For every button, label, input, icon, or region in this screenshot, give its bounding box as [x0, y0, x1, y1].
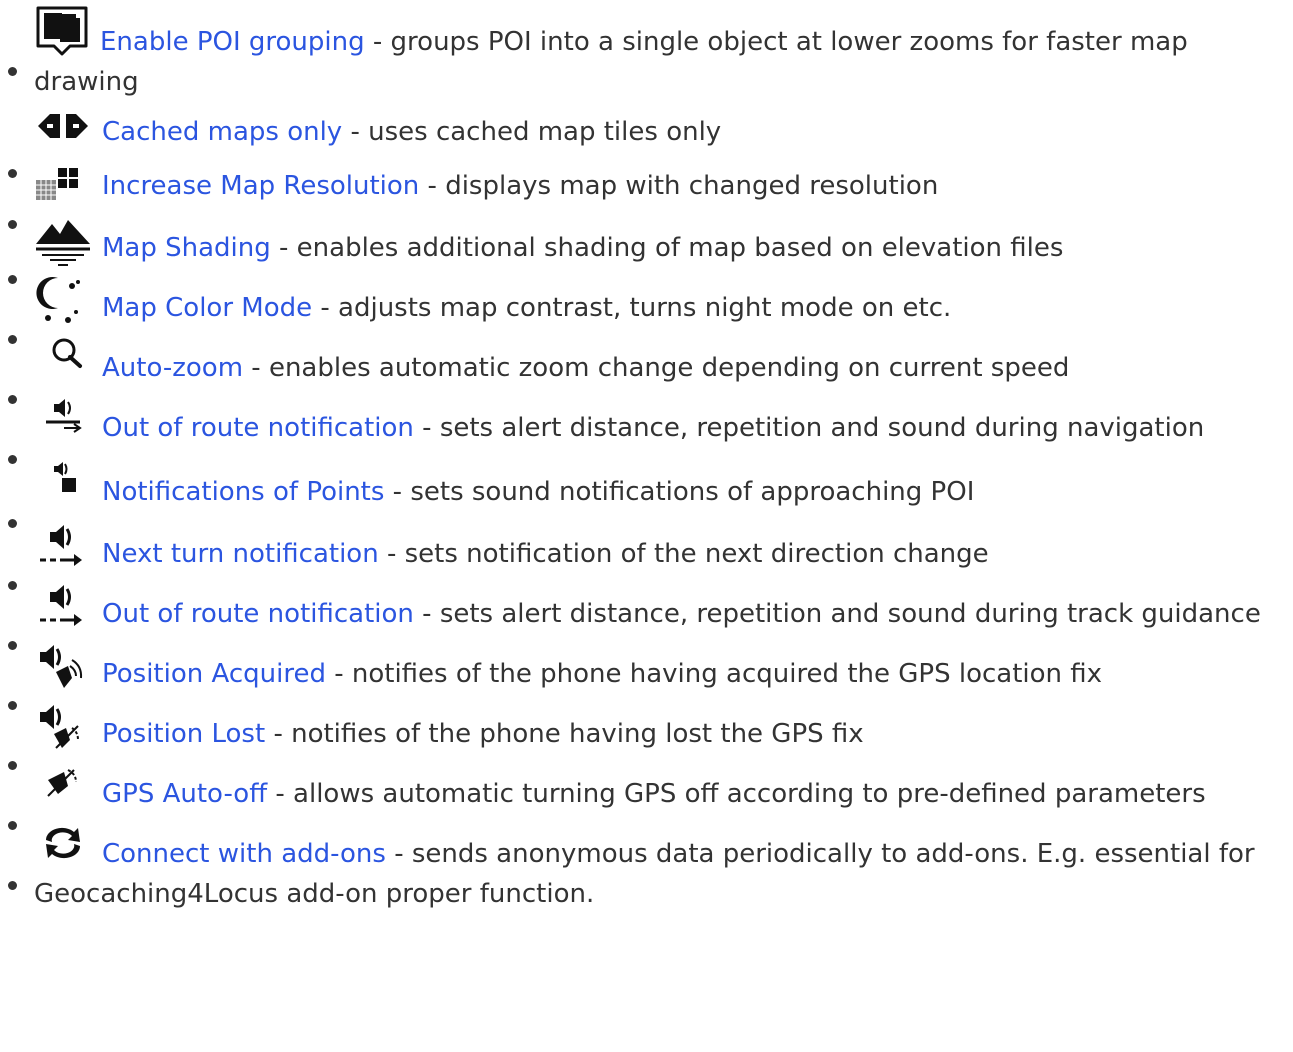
- gps-auto-off-icon: [34, 762, 92, 814]
- link-gps-auto-off[interactable]: GPS Auto-off: [102, 779, 267, 809]
- list-item: Enable POI grouping - groups POI into a …: [0, 0, 1293, 102]
- auto-zoom-icon: [34, 336, 92, 388]
- item-description: - notifies of the phone having acquired …: [325, 659, 1103, 689]
- item-description: - sets alert distance, repetition and so…: [413, 413, 1205, 443]
- map-shading-icon: [34, 216, 92, 268]
- item-description: - sets notification of the next directio…: [378, 539, 989, 569]
- next-turn-icon: [34, 522, 92, 574]
- cached-maps-icon: [34, 112, 92, 152]
- list-item: Out of route notification - sets alert d…: [0, 582, 1293, 650]
- item-description: - notifies of the phone having lost the …: [265, 719, 864, 749]
- list-item: Out of route notification - sets alert d…: [0, 396, 1293, 464]
- item-description: - allows automatic turning GPS off accor…: [267, 779, 1206, 809]
- link-connect-addons[interactable]: Connect with add-ons: [102, 839, 386, 869]
- list-item: Notifications of Points - sets sound not…: [0, 460, 1293, 528]
- map-resolution-icon: [34, 166, 92, 206]
- bullet: [8, 67, 17, 76]
- bullet: [8, 881, 17, 890]
- list-item: Map Color Mode - adjusts map contrast, t…: [0, 276, 1293, 344]
- connect-addons-icon: [34, 822, 92, 874]
- item-description: - sets sound notifications of approachin…: [384, 477, 975, 507]
- link-auto-zoom[interactable]: Auto-zoom: [102, 353, 243, 383]
- list-item: Next turn notification - sets notificati…: [0, 522, 1293, 590]
- list-item: Cached maps only - uses cached map tiles…: [0, 112, 1293, 178]
- color-mode-icon: [34, 276, 92, 328]
- list-item: Connect with add-ons - sends anonymous d…: [0, 822, 1293, 914]
- track-notification-icon: [34, 582, 92, 634]
- list-item: Auto-zoom - enables automatic zoom chang…: [0, 336, 1293, 404]
- route-notification-icon: [34, 396, 92, 448]
- item-description: - enables additional shading of map base…: [270, 233, 1064, 263]
- position-lost-icon: [34, 702, 92, 754]
- item-description: - uses cached map tiles only: [342, 117, 722, 147]
- list-item: Position Lost - notifies of the phone ha…: [0, 702, 1293, 770]
- list-item: Map Shading - enables additional shading…: [0, 216, 1293, 284]
- item-description: - enables automatic zoom change dependin…: [243, 353, 1070, 383]
- link-map-shading[interactable]: Map Shading: [102, 233, 271, 263]
- link-poi-grouping[interactable]: Enable POI grouping: [100, 27, 365, 57]
- link-map-resolution[interactable]: Increase Map Resolution: [102, 171, 419, 201]
- points-notification-icon: [34, 460, 92, 512]
- item-description: - displays map with changed resolution: [419, 171, 939, 201]
- link-route-notification[interactable]: Out of route notification: [102, 413, 414, 443]
- item-description: - sets alert distance, repetition and so…: [413, 599, 1261, 629]
- position-acquired-icon: [34, 642, 92, 694]
- link-color-mode[interactable]: Map Color Mode: [102, 293, 312, 323]
- poi-grouping-icon: [34, 4, 90, 62]
- item-description: - adjusts map contrast, turns night mode…: [312, 293, 952, 323]
- list-item: Position Acquired - notifies of the phon…: [0, 642, 1293, 710]
- link-position-acquired[interactable]: Position Acquired: [102, 659, 326, 689]
- link-position-lost[interactable]: Position Lost: [102, 719, 265, 749]
- list-item: GPS Auto-off - allows automatic turning …: [0, 762, 1293, 830]
- feature-list: Enable POI grouping - groups POI into a …: [0, 0, 1293, 914]
- link-next-turn[interactable]: Next turn notification: [102, 539, 379, 569]
- link-track-notification[interactable]: Out of route notification: [102, 599, 414, 629]
- link-cached-maps[interactable]: Cached maps only: [102, 117, 342, 147]
- list-item: Increase Map Resolution - displays map w…: [0, 166, 1293, 229]
- link-points-notification[interactable]: Notifications of Points: [102, 477, 384, 507]
